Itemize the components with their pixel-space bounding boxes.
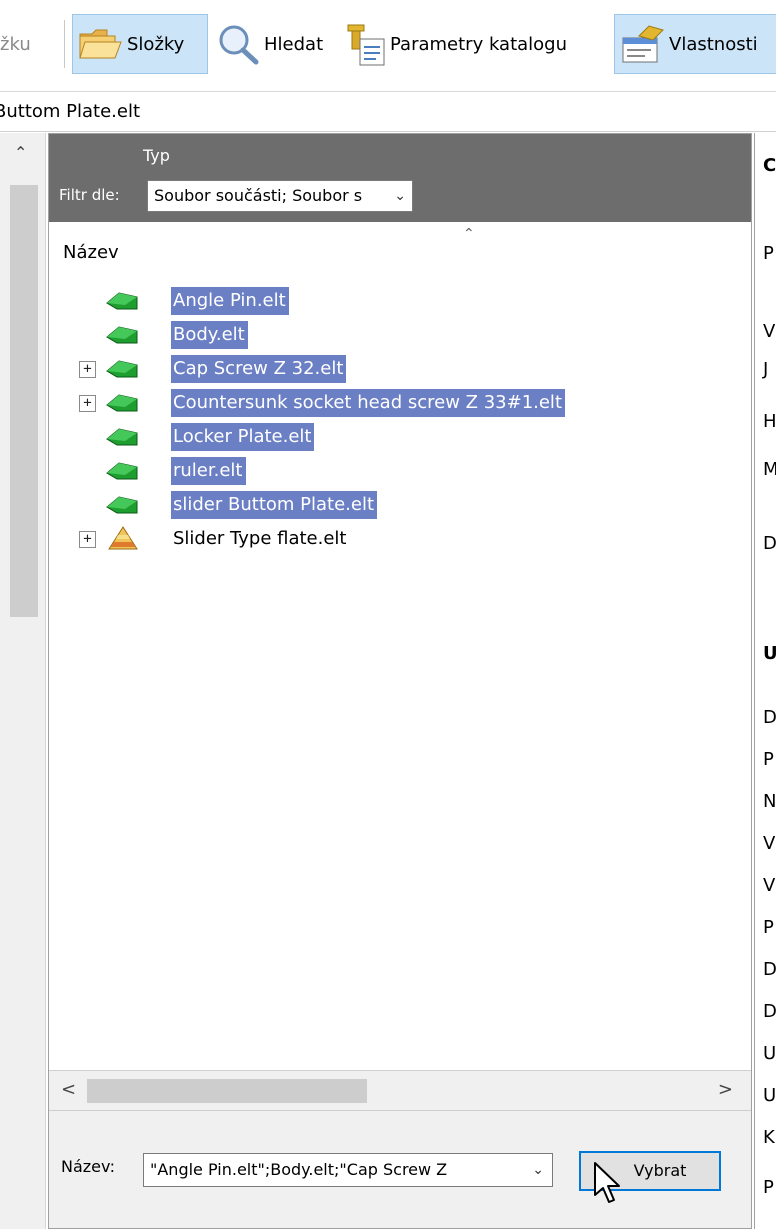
tree-row[interactable]: ruler.elt (49, 454, 751, 488)
chevron-down-icon: ⌄ (528, 1154, 544, 1186)
toolbar: žku Složky Hledat Parametry katalogu Vla… (0, 0, 776, 92)
folder-icon (79, 29, 122, 59)
property-label-clipped: D (763, 533, 776, 554)
part-file-icon (106, 496, 138, 514)
search-button-label: Hledat (264, 33, 324, 55)
property-label-clipped: V (763, 875, 776, 896)
part-file-icon (106, 428, 138, 446)
tree-row[interactable]: Angle Pin.elt (49, 284, 751, 318)
scrollbar-thumb[interactable] (10, 185, 38, 617)
properties-icon (622, 25, 664, 63)
tree-row[interactable]: + Countersunk socket head screw Z 33#1.e… (49, 386, 751, 420)
scroll-left-arrow-icon[interactable]: < (61, 1079, 76, 1100)
tree-item-label[interactable]: Slider Type flate.elt (171, 525, 349, 553)
file-name-label: Název: (61, 1157, 115, 1176)
part-file-icon (106, 360, 138, 378)
property-label-clipped: K (763, 1127, 775, 1148)
column-header-name[interactable]: Název (63, 242, 119, 263)
toolbar-item-truncated-label: žku (0, 33, 31, 55)
property-label-clipped: P (763, 749, 774, 770)
tree-item-label[interactable]: Locker Plate.elt (171, 423, 315, 451)
property-label-clipped: U (763, 1043, 776, 1064)
tree-item-label[interactable]: ruler.elt (171, 457, 246, 485)
properties-button[interactable]: Vlastnosti (614, 14, 776, 74)
tree-row[interactable]: + Slider Type flate.elt (49, 522, 751, 556)
folders-button[interactable]: Složky (72, 14, 208, 74)
tree-item-label[interactable]: Angle Pin.elt (171, 287, 289, 315)
toolbar-separator (64, 20, 65, 68)
property-label-clipped: J (763, 359, 769, 380)
filter-dropdown[interactable]: Soubor součásti; Soubor s ⌄ (147, 180, 413, 212)
property-label-clipped: H (763, 411, 776, 432)
toolbar-item-truncated[interactable]: žku (0, 14, 37, 74)
scroll-right-arrow-icon[interactable]: > (718, 1079, 733, 1100)
tree-row[interactable]: Locker Plate.elt (49, 420, 751, 454)
folders-button-label: Složky (127, 33, 185, 55)
search-button[interactable]: Hledat (214, 14, 329, 74)
expand-toggle[interactable]: + (79, 361, 96, 378)
filter-dropdown-value: Soubor součásti; Soubor s (154, 186, 363, 205)
scroll-up-arrow-icon[interactable]: ⌃ (14, 143, 27, 162)
tree-row[interactable]: + Cap Screw Z 32.elt (49, 352, 751, 386)
property-label-clipped: D (763, 707, 776, 728)
property-label-clipped: P (763, 1177, 774, 1198)
property-label-clipped: V (763, 321, 776, 342)
file-tree: Název ⌃ Angle Pin.elt Body.elt + Cap Scr… (49, 222, 751, 1070)
assembly-file-icon (108, 526, 138, 550)
property-label-clipped: M (763, 459, 776, 480)
search-icon (219, 25, 259, 65)
property-label-clipped: V (763, 833, 776, 854)
properties-heading-clipped: C (763, 155, 776, 176)
left-pane-scrollbar[interactable]: ⌃ (0, 133, 46, 1229)
property-label-clipped: D (763, 1001, 776, 1022)
sort-caret-icon: ⌃ (463, 226, 475, 242)
filter-bar: Typ Filtr dle: Soubor součásti; Soubor s… (49, 134, 751, 222)
property-label-clipped: P (763, 917, 774, 938)
tree-row[interactable]: slider Buttom Plate.elt (49, 488, 751, 522)
catalog-parameters-button[interactable]: Parametry katalogu (342, 14, 573, 74)
tree-item-label[interactable]: Body.elt (171, 321, 248, 349)
properties-button-label: Vlastnosti (669, 33, 758, 55)
properties-pane: C P V J H M D U D P N V V P D D U U K P (754, 133, 776, 1229)
select-button-label: Vybrat (633, 1161, 687, 1180)
file-path-bar: Buttom Plate.elt (0, 92, 776, 132)
property-label-clipped: P (763, 243, 774, 264)
part-file-icon (106, 326, 138, 344)
expand-toggle[interactable]: + (79, 395, 96, 412)
horizontal-scrollbar[interactable]: < > (49, 1070, 751, 1110)
file-browser-pane: Typ Filtr dle: Soubor součásti; Soubor s… (48, 133, 752, 1229)
tree-row[interactable]: Body.elt (49, 318, 751, 352)
file-path-text: Buttom Plate.elt (0, 101, 141, 122)
file-name-combobox[interactable]: "Angle Pin.elt";Body.elt;"Cap Screw Z ⌄ (143, 1153, 553, 1187)
part-file-icon (106, 292, 138, 310)
bottom-bar: Název: "Angle Pin.elt";Body.elt;"Cap Scr… (49, 1110, 751, 1228)
file-name-value: "Angle Pin.elt";Body.elt;"Cap Screw Z (150, 1160, 448, 1179)
tree-item-label[interactable]: Countersunk socket head screw Z 33#1.elt (171, 389, 565, 417)
horizontal-scrollbar-thumb[interactable] (87, 1079, 367, 1103)
properties-heading-clipped: U (763, 643, 776, 664)
part-file-icon (106, 462, 138, 480)
type-label: Typ (143, 146, 170, 165)
chevron-down-icon: ⌄ (394, 188, 406, 204)
tree-item-label[interactable]: slider Buttom Plate.elt (171, 491, 378, 519)
expand-toggle[interactable]: + (79, 531, 96, 548)
property-label-clipped: N (763, 791, 776, 812)
filter-label: Filtr dle: (59, 186, 120, 204)
mouse-cursor-icon (594, 1162, 620, 1203)
property-label-clipped: U (763, 1085, 776, 1106)
tree-item-label[interactable]: Cap Screw Z 32.elt (171, 355, 347, 383)
catalog-parameters-icon (347, 24, 385, 66)
catalog-parameters-button-label: Parametry katalogu (390, 33, 568, 55)
property-label-clipped: D (763, 959, 776, 980)
part-file-icon (106, 394, 138, 412)
